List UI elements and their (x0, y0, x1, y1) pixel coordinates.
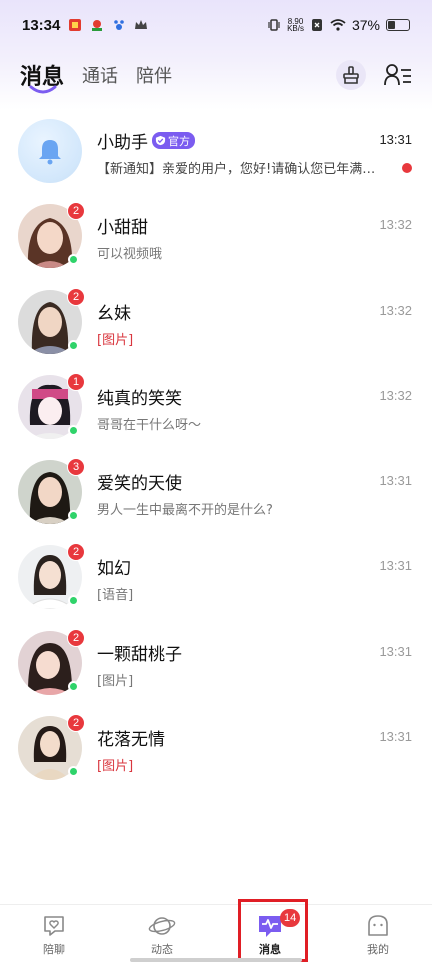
message-preview: 男人一生中最离不开的是什么? (97, 503, 273, 519)
unread-count-badge: 1 (67, 372, 85, 391)
message-time: 13:32 (379, 217, 412, 233)
contact-name: 花落无情 (97, 730, 165, 751)
profile-icon (368, 914, 388, 936)
conversation-row[interactable]: 1 纯真的笑笑 13:32 哥哥在干什么呀～ (0, 364, 432, 449)
unread-count-badge: 2 (67, 202, 85, 221)
nav-item-profile[interactable]: 我的 (324, 905, 432, 964)
app-notification-icon-1 (69, 19, 82, 31)
message-preview: [图片] (97, 759, 134, 775)
tab-messages[interactable]: 消息 (20, 59, 64, 94)
contact-name: 一颗甜桃子 (97, 644, 182, 665)
tab-companion[interactable]: 陪伴 (136, 62, 172, 88)
nav-label: 我的 (367, 942, 389, 956)
conversation-row[interactable]: 2 如幻 13:31 [语音] (0, 534, 432, 619)
message-time: 13:32 (379, 387, 412, 403)
message-preview: 【新通知】亲爱的用户，您好!请确认您已年满… (97, 162, 376, 177)
tab-calls-label: 通话 (82, 66, 119, 87)
online-indicator (68, 595, 79, 607)
message-preview: [语音] (97, 588, 134, 604)
conversation-list: 小助手 官方 13:31 【新通知】亲爱的用户，您好!请确认您已年满… 2 小甜… (0, 108, 432, 790)
conversation-row[interactable]: 小助手 官方 13:31 【新通知】亲爱的用户，您好!请确认您已年满… (0, 108, 432, 193)
vibrate-icon (268, 19, 280, 31)
nav-item-moments[interactable]: 动态 (108, 905, 216, 964)
contact-name: 小甜甜 (97, 218, 148, 239)
message-time: 13:31 (379, 132, 412, 147)
heart-chat-icon (44, 915, 64, 936)
contacts-icon[interactable] (384, 63, 412, 87)
message-time: 13:31 (379, 558, 412, 574)
unread-count-badge: 2 (67, 628, 85, 647)
avatar (18, 119, 82, 183)
bell-icon (39, 140, 61, 165)
message-preview: [图片] (97, 673, 134, 689)
avatar: 2 (18, 287, 85, 354)
conversation-row[interactable]: 2 幺妹 13:32 [图片] (0, 279, 432, 364)
message-preview: 可以视频哦 (97, 247, 163, 263)
online-indicator (68, 254, 79, 266)
avatar: 2 (18, 714, 85, 781)
conversation-row[interactable]: 2 一颗甜桃子 13:31 [图片] (0, 620, 432, 705)
unread-count-badge: 2 (67, 543, 85, 562)
app-notification-icon-2 (92, 20, 103, 31)
contact-name: 幺妹 (97, 303, 131, 324)
message-time: 13:31 (379, 729, 412, 745)
unread-count-badge: 2 (67, 287, 85, 306)
battery-icon (386, 19, 410, 31)
planet-icon (148, 916, 176, 935)
contact-name: 小助手 (97, 133, 148, 153)
online-indicator (68, 766, 79, 778)
tab-companion-label: 陪伴 (136, 66, 173, 87)
online-indicator (68, 339, 79, 351)
online-indicator (68, 680, 79, 692)
clear-unread-button[interactable] (336, 60, 366, 90)
avatar: 1 (18, 372, 85, 439)
unread-count-badge: 3 (67, 458, 85, 477)
avatar: 2 (18, 543, 85, 610)
tab-active-indicator (29, 85, 57, 94)
contact-name: 纯真的笑笑 (97, 388, 182, 409)
broom-icon (343, 66, 359, 84)
official-label: 官方 (168, 134, 190, 148)
nav-label: 陪聊 (43, 942, 65, 956)
nav-label: 动态 (151, 942, 173, 956)
net-speed-unit: KB/s (287, 24, 304, 33)
status-time: 13:34 (22, 16, 61, 34)
message-time: 13:31 (379, 643, 412, 659)
message-preview: 哥哥在干什么呀～ (97, 417, 202, 433)
message-time: 13:32 (379, 302, 412, 318)
crown-icon (135, 20, 148, 29)
conversation-row[interactable]: 2 花落无情 13:31 [图片] (0, 705, 432, 790)
official-badge: 官方 (152, 132, 195, 149)
status-bar: 13:34 8.90 KB/s 37% (0, 0, 432, 50)
bottom-navigation: 陪聊 动态 消息 14 我的 (0, 904, 432, 964)
nav-item-chat[interactable]: 陪聊 (0, 905, 108, 964)
header: 消息 通话 陪伴 (0, 50, 432, 100)
contact-name: 如幻 (97, 559, 131, 580)
unread-dot (402, 163, 412, 173)
online-indicator (68, 510, 79, 522)
shield-check-icon (155, 135, 166, 146)
message-preview: [图片] (97, 332, 134, 348)
conversation-row[interactable]: 3 爱笑的天使 13:31 男人一生中最离不开的是什么? (0, 449, 432, 534)
tab-calls[interactable]: 通话 (82, 62, 118, 88)
highlight-box (238, 899, 308, 962)
avatar: 3 (18, 458, 85, 525)
wifi-icon (330, 19, 346, 31)
online-indicator (68, 424, 79, 436)
sim-icon (311, 19, 322, 31)
avatar: 2 (18, 202, 85, 269)
network-speed: 8.90 KB/s (287, 18, 304, 33)
conversation-row[interactable]: 2 小甜甜 13:32 可以视频哦 (0, 193, 432, 278)
message-time: 13:31 (379, 473, 412, 489)
avatar: 2 (18, 628, 85, 695)
paw-icon (114, 20, 125, 30)
battery-percent: 37% (351, 17, 380, 33)
unread-count-badge: 2 (67, 714, 85, 733)
contact-name: 爱笑的天使 (97, 474, 182, 495)
home-indicator (130, 958, 302, 962)
